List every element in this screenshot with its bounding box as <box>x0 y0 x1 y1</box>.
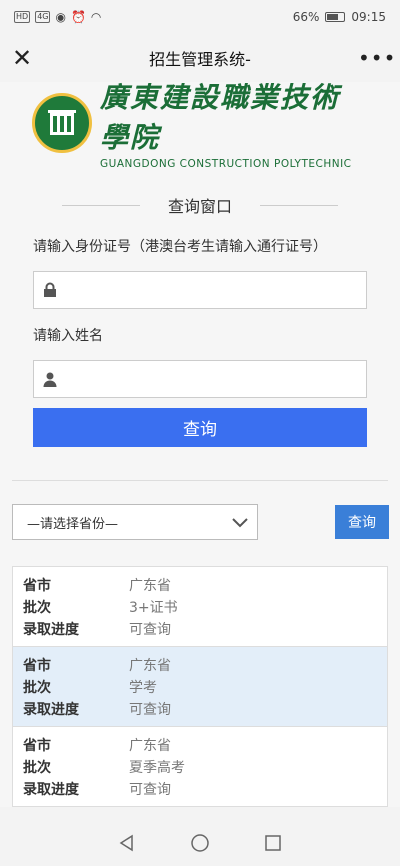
status-icons-right: 66% 09:15 <box>293 10 386 24</box>
batch-value: 学考 <box>129 680 157 696</box>
results-list: 省市 广东省 批次 3+证书 录取进度 可查询 省市 广东省 批次 学考 录取进度 可查询 … <box>12 566 388 807</box>
college-emblem-icon <box>32 93 92 153</box>
result-card[interactable]: 省市 广东省 批次 夏季高考 录取进度 可查询 <box>13 726 387 806</box>
progress-key: 录取进度 <box>23 702 79 718</box>
province-filter: —请选择省份— 查询 <box>0 504 400 540</box>
college-logo: 廣東建設職業技術學院 GUANGDONG CONSTRUCTION POLYTE… <box>0 81 400 170</box>
alarm-icon: ⏰ <box>70 10 86 24</box>
user-icon <box>43 372 57 387</box>
province-select-value: —请选择省份— <box>27 516 119 532</box>
progress-key: 录取进度 <box>23 622 79 638</box>
signal-4g-icon: 4G <box>35 11 51 23</box>
province-select[interactable]: —请选择省份— <box>12 504 258 540</box>
query-form: 请输入身份证号（港澳台考生请输入通行证号） 请输入姓名 查询 <box>0 236 400 447</box>
close-icon[interactable]: ✕ <box>12 46 42 70</box>
system-nav-bar <box>0 820 400 866</box>
id-number-input[interactable] <box>68 273 366 307</box>
name-label: 请输入姓名 <box>33 328 103 344</box>
progress-value: 可查询 <box>129 622 171 638</box>
progress-key: 录取进度 <box>23 782 79 798</box>
nav-bar: ✕ 招生管理系统- ••• <box>0 34 400 82</box>
progress-value: 可查询 <box>129 702 171 718</box>
logo-chinese-name: 廣東建設職業技術學院 <box>100 81 341 154</box>
page-title: 招生管理系统- <box>149 50 251 69</box>
divider-line <box>61 204 140 206</box>
province-value: 广东省 <box>129 738 171 754</box>
query-button[interactable]: 查询 <box>33 408 367 447</box>
province-key: 省市 <box>23 578 51 594</box>
battery-icon <box>325 12 346 22</box>
name-input[interactable] <box>68 362 366 396</box>
result-card[interactable]: 省市 广东省 批次 3+证书 录取进度 可查询 <box>13 567 387 646</box>
main-content: 廣東建設職業技術學院 GUANGDONG CONSTRUCTION POLYTE… <box>0 81 400 807</box>
batch-key: 批次 <box>23 760 51 776</box>
divider-line <box>260 204 338 206</box>
chevron-down-icon <box>232 518 248 528</box>
status-bar: HD 4G ◉ ⏰ ◠ 66% 09:15 <box>0 0 400 34</box>
clock: 09:15 <box>351 10 386 24</box>
status-icons-left: HD 4G ◉ ⏰ ◠ <box>14 10 101 24</box>
section-divider <box>12 480 388 481</box>
query-window-header: 查询窗口 <box>0 186 400 224</box>
query-window-title: 查询窗口 <box>167 197 232 216</box>
eye-icon: ◉ <box>55 10 66 24</box>
battery-fill <box>327 14 338 20</box>
province-value: 广东省 <box>129 578 171 594</box>
province-value: 广东省 <box>129 658 171 674</box>
logo-english-name: GUANGDONG CONSTRUCTION POLYTECHNIC <box>100 158 352 170</box>
progress-value: 可查询 <box>129 782 171 798</box>
wifi-icon: ◠ <box>90 10 102 24</box>
recents-icon[interactable] <box>263 833 283 853</box>
hd-icon: HD <box>14 11 31 23</box>
province-query-button[interactable]: 查询 <box>335 505 389 539</box>
province-key: 省市 <box>23 658 51 674</box>
name-field[interactable] <box>33 360 367 398</box>
batch-key: 批次 <box>23 680 51 696</box>
more-icon[interactable]: ••• <box>358 46 395 70</box>
batch-value: 夏季高考 <box>129 760 185 776</box>
home-icon[interactable] <box>190 833 210 853</box>
lock-icon <box>44 282 56 297</box>
batch-key: 批次 <box>23 600 51 616</box>
id-number-label: 请输入身份证号（港澳台考生请输入通行证号） <box>33 239 327 255</box>
logo-text: 廣東建設職業技術學院 GUANGDONG CONSTRUCTION POLYTE… <box>100 76 368 170</box>
back-icon[interactable] <box>117 833 137 853</box>
province-key: 省市 <box>23 738 51 754</box>
battery-percent: 66% <box>292 10 320 24</box>
batch-value: 3+证书 <box>129 600 178 616</box>
id-number-field[interactable] <box>33 271 367 309</box>
result-card[interactable]: 省市 广东省 批次 学考 录取进度 可查询 <box>13 646 387 726</box>
